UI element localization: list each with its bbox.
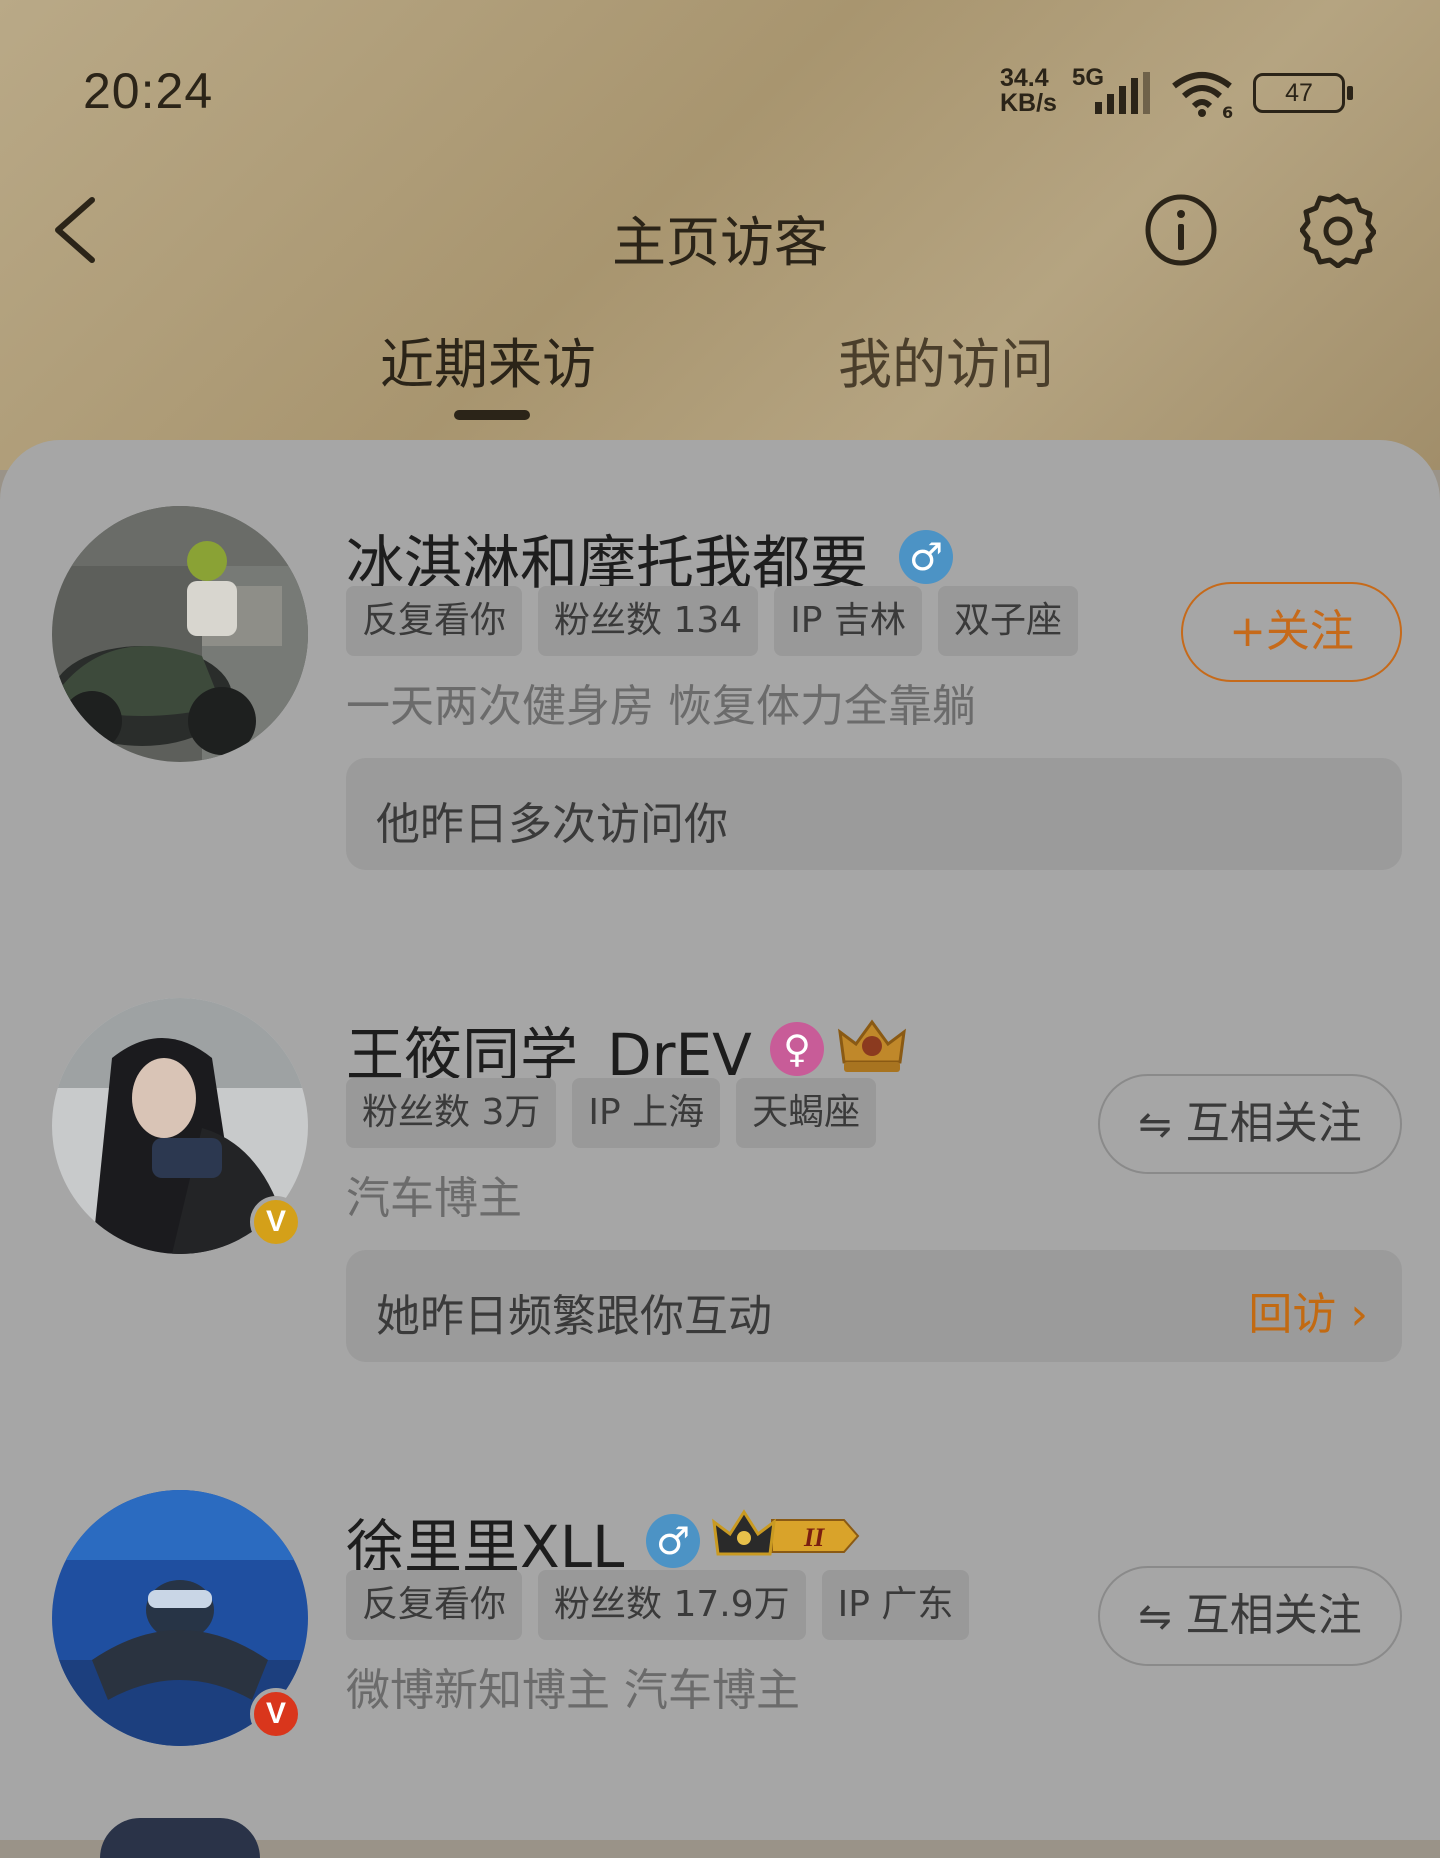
mutual-follow-icon: ⇋ (1138, 1594, 1172, 1640)
mutual-follow-icon: ⇋ (1138, 1102, 1172, 1148)
male-icon: ♂ (646, 1514, 700, 1568)
avatar[interactable] (100, 1818, 260, 1858)
svg-text:6: 6 (1222, 103, 1233, 118)
visitor-bio: 一天两次健身房 恢复体力全靠躺 (346, 681, 976, 732)
mutual-follow-label: 互相关注 (1185, 1098, 1362, 1149)
signal-icon (1095, 72, 1150, 114)
male-icon: ♂ (899, 530, 953, 584)
visitor-bio: 汽车博主 (346, 1173, 522, 1224)
tag: 双子座 (937, 586, 1078, 656)
status-time: 20:24 (83, 63, 214, 119)
tag: 天蝎座 (736, 1078, 877, 1148)
mutual-follow-label: 互相关注 (1185, 1590, 1362, 1641)
tab-bar: 近期来访 我的访问 (0, 320, 1440, 430)
verified-badge: V (250, 1688, 302, 1740)
mutual-follow-button[interactable]: ⇋ 互相关注 (1098, 1566, 1402, 1666)
crown-badge-icon (838, 1019, 906, 1072)
gear-icon[interactable] (1300, 192, 1376, 268)
revisit-link[interactable]: 回访 › (1248, 1278, 1368, 1342)
tag-list: 粉丝数 3万 IP 上海 天蝎座 (346, 1078, 877, 1148)
svg-text:II: II (803, 1523, 825, 1552)
battery-indicator: 47 (1253, 73, 1353, 113)
tag-list: 反复看你 粉丝数 17.9万 IP 广东 (346, 1570, 970, 1640)
follow-button[interactable]: +关注 (1181, 582, 1402, 682)
info-icon[interactable] (1143, 192, 1219, 268)
visitor-list: 冰淇淋和摩托我都要 ♂ 反复看你 粉丝数 134 IP 吉林 双子座 一天两次健… (0, 440, 1440, 1840)
tag: 粉丝数 17.9万 (538, 1570, 806, 1640)
nav-bar: 主页访客 (0, 180, 1440, 280)
tab-active-indicator (454, 410, 530, 420)
page-title: 主页访客 (612, 211, 828, 274)
tab-my-visits[interactable]: 我的访问 (838, 320, 1054, 399)
avatar[interactable] (52, 506, 308, 762)
network-speed: 34.4 KB/s (1000, 64, 1057, 117)
tab-recent-visitors[interactable]: 近期来访 (380, 320, 596, 399)
tag: 反复看你 (346, 586, 523, 656)
tag: 粉丝数 134 (538, 586, 759, 656)
status-bar: 20:24 34.4 KB/s 5G 6 47 (0, 0, 1440, 180)
female-icon: ♀ (770, 1022, 824, 1076)
wifi-icon: 6 (1172, 72, 1233, 118)
mutual-follow-button[interactable]: ⇋ 互相关注 (1098, 1074, 1402, 1174)
tag: 粉丝数 3万 (346, 1078, 557, 1148)
visit-note: 她昨日频繁跟你互动 回访 › (346, 1250, 1402, 1362)
visit-note: 他昨日多次访问你 (346, 758, 1402, 870)
visit-note-text: 她昨日频繁跟你互动 (376, 1291, 772, 1342)
visitor-bio: 微博新知博主 汽车博主 (346, 1665, 800, 1716)
crown-badge-icon: II (712, 1509, 860, 1556)
tag: IP 上海 (572, 1078, 721, 1148)
visit-note-text: 他昨日多次访问你 (376, 799, 728, 850)
tag: 反复看你 (346, 1570, 523, 1640)
tag: IP 吉林 (774, 586, 922, 656)
verified-badge: V (250, 1196, 302, 1248)
tag-list: 反复看你 粉丝数 134 IP 吉林 双子座 (346, 586, 1078, 656)
tag: IP 广东 (821, 1570, 970, 1640)
